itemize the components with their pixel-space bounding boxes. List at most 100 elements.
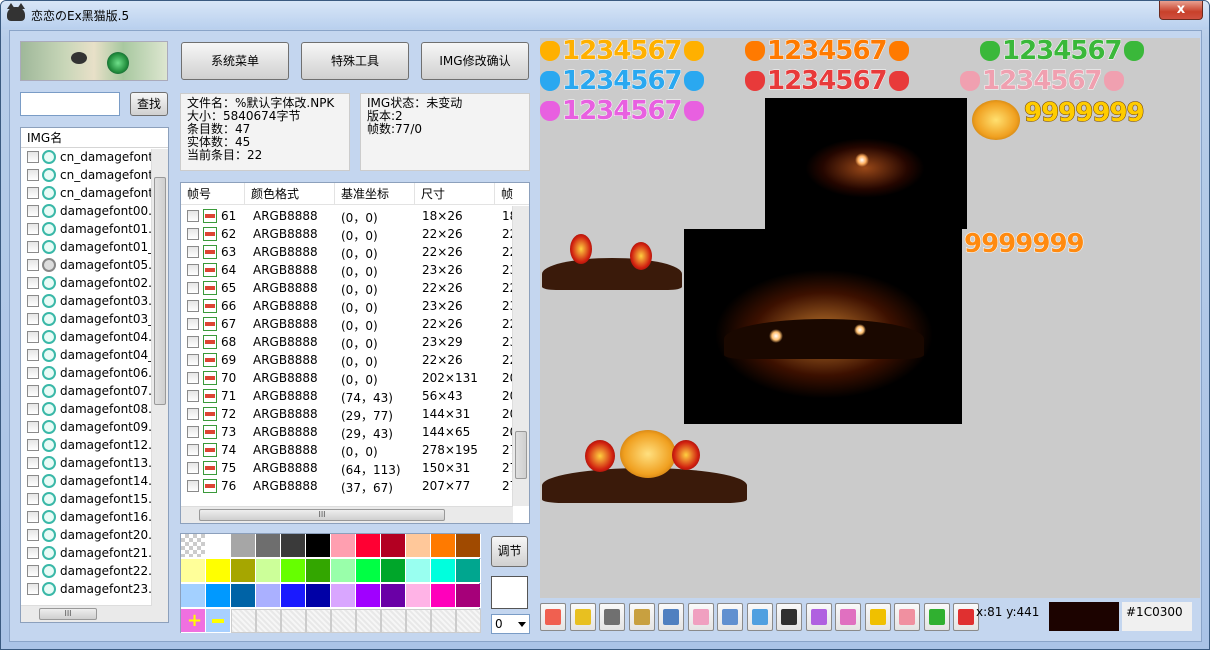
palette-swatch[interactable] — [206, 584, 231, 608]
scroll-thumb[interactable] — [154, 177, 166, 405]
row-checkbox[interactable] — [27, 385, 39, 397]
list-item[interactable]: damagefont14.ir — [21, 472, 168, 490]
palette-swatch[interactable] — [356, 559, 381, 583]
palette-swatch[interactable] — [231, 609, 256, 633]
table-row[interactable]: 73 ARGB8888 (29，43) 144×65 20 — [181, 423, 517, 441]
list-item[interactable]: damagefont03.ir — [21, 292, 168, 310]
palette-swatch[interactable] — [281, 584, 306, 608]
list-item[interactable]: damagefont06.ir — [21, 364, 168, 382]
img-list-hscroll[interactable]: III — [21, 605, 152, 622]
img-confirm-button[interactable]: IMG修改确认 — [421, 42, 529, 80]
palette-swatch[interactable] — [181, 584, 206, 608]
palette-swatch[interactable] — [456, 534, 481, 558]
row-checkbox[interactable] — [187, 210, 199, 222]
list-item[interactable]: damagefont23.ir — [21, 580, 168, 598]
magnifier-icon[interactable] — [717, 603, 743, 631]
row-checkbox[interactable] — [27, 331, 39, 343]
list-item[interactable]: damagefont12.ir — [21, 436, 168, 454]
palette-swatch[interactable] — [331, 534, 356, 558]
pencil-icon[interactable] — [805, 603, 832, 631]
row-checkbox[interactable] — [187, 444, 199, 456]
list-item[interactable]: damagefont13.ir — [21, 454, 168, 472]
palette-swatch[interactable] — [406, 584, 431, 608]
row-checkbox[interactable] — [187, 408, 199, 420]
palette-swatch[interactable] — [406, 609, 431, 633]
list-item[interactable]: damagefont01_b — [21, 238, 168, 256]
row-checkbox[interactable] — [27, 241, 39, 253]
chevron-down-icon[interactable] — [518, 622, 526, 627]
row-checkbox[interactable] — [27, 277, 39, 289]
image-canvas[interactable]: 1234567 1234567 1234567 1234567 1234567 12345… — [540, 38, 1200, 598]
table-row[interactable]: 69 ARGB8888 (0，0) 22×26 22 — [181, 351, 517, 369]
list-item[interactable]: damagefont04_r — [21, 346, 168, 364]
table-row[interactable]: 64 ARGB8888 (0，0) 23×26 23 — [181, 261, 517, 279]
chart-icon[interactable] — [746, 603, 773, 631]
list-item[interactable]: damagefont04.ir — [21, 328, 168, 346]
row-checkbox[interactable] — [27, 313, 39, 325]
row-checkbox[interactable] — [27, 259, 39, 271]
list-item[interactable]: damagefont01.ir — [21, 220, 168, 238]
remove-color-button[interactable] — [206, 609, 231, 633]
list-item[interactable]: damagefont02.ir — [21, 274, 168, 292]
palette-swatch[interactable] — [356, 534, 381, 558]
row-checkbox[interactable] — [27, 349, 39, 361]
row-checkbox[interactable] — [27, 439, 39, 451]
col-frame[interactable]: 帧 — [495, 183, 529, 205]
cat-icon[interactable] — [687, 603, 714, 631]
palette-swatch[interactable] — [231, 534, 256, 558]
row-checkbox[interactable] — [27, 529, 39, 541]
col-size[interactable]: 尺寸 — [415, 183, 495, 205]
img-list-header[interactable]: IMG名 — [21, 128, 168, 148]
row-checkbox[interactable] — [187, 282, 199, 294]
list-item[interactable]: damagefont07.ir — [21, 382, 168, 400]
add-color-button[interactable]: + — [181, 609, 206, 633]
row-checkbox[interactable] — [187, 426, 199, 438]
find-button[interactable]: 查找 — [130, 92, 168, 116]
palette-swatch[interactable] — [431, 609, 456, 633]
row-checkbox[interactable] — [27, 151, 39, 163]
palette-swatch[interactable] — [206, 534, 231, 558]
palette-swatch[interactable] — [431, 559, 456, 583]
palette-swatch[interactable] — [256, 534, 281, 558]
row-checkbox[interactable] — [27, 583, 39, 595]
row-checkbox[interactable] — [187, 228, 199, 240]
row-checkbox[interactable] — [187, 462, 199, 474]
table-row[interactable]: 75 ARGB8888 (64，113) 150×31 27 — [181, 459, 517, 477]
search-input[interactable] — [20, 92, 120, 116]
camera-icon[interactable] — [658, 603, 684, 631]
palette-swatch[interactable] — [331, 559, 356, 583]
palette-swatch[interactable] — [331, 584, 356, 608]
scroll-thumb[interactable]: III — [199, 509, 445, 521]
row-checkbox[interactable] — [27, 187, 39, 199]
layer-select[interactable]: 0 — [491, 614, 530, 634]
row-checkbox[interactable] — [187, 246, 199, 258]
palette-swatch[interactable] — [306, 559, 331, 583]
row-checkbox[interactable] — [27, 403, 39, 415]
table-row[interactable]: 65 ARGB8888 (0，0) 22×26 22 — [181, 279, 517, 297]
row-checkbox[interactable] — [27, 493, 39, 505]
list-item[interactable]: damagefont03_v — [21, 310, 168, 328]
palette-swatch[interactable] — [256, 609, 281, 633]
frame-table-hscroll[interactable]: III — [181, 506, 513, 523]
row-checkbox[interactable] — [27, 421, 39, 433]
row-checkbox[interactable] — [27, 367, 39, 379]
table-row[interactable]: 72 ARGB8888 (29，77) 144×31 20 — [181, 405, 517, 423]
row-checkbox[interactable] — [27, 295, 39, 307]
palette-swatch[interactable] — [431, 534, 456, 558]
list-item[interactable]: damagefont15.ir — [21, 490, 168, 508]
scroll-thumb[interactable]: III — [39, 608, 97, 620]
line-icon[interactable] — [835, 603, 861, 631]
list-item[interactable]: damagefont22.ir — [21, 562, 168, 580]
crop-icon[interactable] — [776, 603, 802, 631]
frame-table[interactable]: 帧号 颜色格式 基准坐标 尺寸 帧 61 ARGB8888 (0，0) 18×26 18… — [180, 182, 530, 524]
palette-swatch[interactable] — [456, 584, 481, 608]
list-item[interactable]: cn_damagefont0 — [21, 148, 168, 166]
palette-swatch[interactable] — [306, 534, 331, 558]
rectangle-icon[interactable] — [864, 603, 891, 631]
palette-swatch[interactable] — [456, 609, 481, 633]
col-color-format[interactable]: 颜色格式 — [245, 183, 335, 205]
row-checkbox[interactable] — [27, 223, 39, 235]
transparent-swatch[interactable] — [181, 534, 206, 558]
close-button[interactable]: x — [1159, 1, 1203, 20]
selected-color-swatch[interactable] — [491, 576, 528, 609]
